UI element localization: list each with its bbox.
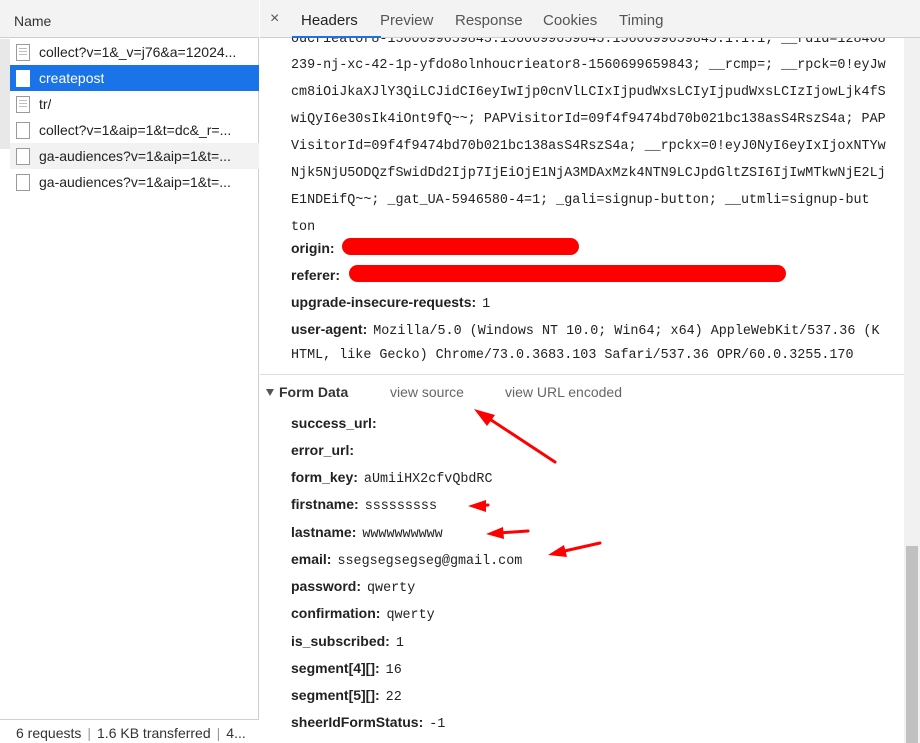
tab-response[interactable]: Response [455, 12, 523, 29]
annotation-arrow-view-source [474, 409, 557, 464]
section-divider [260, 374, 904, 375]
form-key: email: [291, 551, 332, 567]
form-value: 1 [395, 636, 404, 651]
request-item-tr[interactable]: tr/ [10, 91, 259, 117]
form-field-sheerid-status: sheerIdFormStatus: -1 [291, 714, 445, 732]
name-column-header[interactable]: Name [0, 0, 259, 38]
form-key: password: [291, 578, 362, 594]
header-user-agent: user-agent: Mozilla/5.0 (Windows NT 10.0;… [291, 321, 879, 339]
request-list-panel: Name collect?v=1&_v=j76&a=12024... creat… [0, 0, 259, 743]
form-field-segment-4: segment[4][]: 16 [291, 660, 402, 678]
annotation-arrow-lastname [486, 527, 530, 539]
redaction-mark [342, 238, 579, 255]
network-status-bar: 6 requests | 1.6 KB transferred | 4... [0, 719, 259, 743]
header-key: upgrade-insecure-requests: [291, 294, 477, 310]
request-item-ga-audiences-2[interactable]: ga-audiences?v=1&aip=1&t=... [10, 169, 259, 195]
cookie-line: oucriеator8-1560699659845.1560699659845.… [291, 38, 886, 47]
header-value: 1 [482, 297, 491, 312]
header-value: Mozilla/5.0 (Windows NT 10.0; Win64; x64… [373, 324, 880, 339]
request-item-collect[interactable]: collect?v=1&_v=j76&a=12024... [10, 39, 259, 65]
request-list: collect?v=1&_v=j76&a=12024... createpost… [10, 39, 259, 195]
form-key: success_url: [291, 415, 377, 431]
close-icon[interactable]: × [270, 10, 279, 28]
form-value: ssegsegsegseg@gmail.com [337, 554, 523, 569]
file-icon [16, 121, 30, 139]
form-field-form-key: form_key: aUmiiHX2cfvQbdRC [291, 469, 493, 487]
form-field-email: email: ssegsegsegseg@gmail.com [291, 551, 522, 569]
header-referer: referer: [291, 267, 340, 283]
doc-icon [16, 43, 30, 61]
form-field-lastname: lastname: wwwwwwwwww [291, 524, 443, 542]
view-url-encoded-link[interactable]: view URL encoded [505, 384, 622, 400]
headers-content: oucriеator8-1560699659845.1560699659845.… [260, 38, 904, 743]
header-key: user-agent: [291, 321, 368, 337]
form-key: is_subscribed: [291, 633, 390, 649]
form-key: error_url: [291, 442, 355, 458]
form-key: confirmation: [291, 605, 381, 621]
cookie-line: 239-nj-xc-42-1p-yfdo8olnhoucrieator8-156… [291, 58, 886, 73]
expand-triangle-icon[interactable] [266, 389, 274, 396]
form-key: form_key: [291, 469, 358, 485]
form-field-segment-5: segment[5][]: 22 [291, 687, 402, 705]
header-upgrade-insecure-requests: upgrade-insecure-requests: 1 [291, 294, 490, 312]
header-key: origin: [291, 240, 335, 256]
request-item-collect-dc[interactable]: collect?v=1&aip=1&t=dc&_r=... [10, 117, 259, 143]
form-field-firstname: firstname: sssssssss [291, 496, 437, 514]
view-source-link[interactable]: view source [390, 384, 464, 400]
request-count: 6 requests [16, 725, 82, 741]
status-separator: | [87, 725, 92, 741]
cookie-line: ton [291, 220, 316, 235]
tab-timing[interactable]: Timing [619, 12, 663, 29]
tab-preview[interactable]: Preview [380, 12, 433, 29]
details-scrollbar[interactable] [904, 38, 920, 743]
request-item-ga-audiences-1[interactable]: ga-audiences?v=1&aip=1&t=... [10, 143, 259, 169]
file-icon [16, 69, 30, 87]
left-scrollbar[interactable] [0, 39, 10, 149]
form-value: 22 [385, 690, 402, 705]
form-value: sssssssss [364, 499, 438, 514]
form-data-section-header[interactable]: Form Data view source view URL encoded [266, 384, 622, 400]
form-value: qwerty [386, 608, 435, 623]
form-key: segment[5][]: [291, 687, 380, 703]
annotation-arrow-firstname [468, 500, 490, 512]
form-value: 16 [385, 663, 402, 678]
request-details-panel: × Headers Preview Response Cookies Timin… [260, 0, 920, 743]
file-icon [16, 147, 30, 165]
form-value: aUmiiHX2cfvQbdRC [363, 472, 493, 487]
form-value: wwwwwwwwww [362, 527, 443, 542]
annotation-arrow-email [548, 541, 602, 557]
form-key: lastname: [291, 524, 357, 540]
form-value: qwerty [367, 581, 416, 596]
form-field-confirmation: confirmation: qwerty [291, 605, 435, 623]
doc-icon [16, 95, 30, 113]
scrollbar-thumb[interactable] [906, 546, 918, 743]
transferred-size: 1.6 KB transferred [97, 725, 211, 741]
request-item-createpost[interactable]: createpost [10, 65, 259, 91]
tab-cookies[interactable]: Cookies [543, 12, 597, 29]
redaction-mark [349, 265, 786, 282]
form-key: segment[4][]: [291, 660, 380, 676]
cookie-line: wiQyI6e30sIk4iOnt9fQ~~; PAPVisitorId=09f… [291, 112, 886, 127]
cookie-line: Njk5NjU5ODQzfSwidDd2Ijp7IjEiOjE1NjA3MDAx… [291, 166, 886, 181]
status-separator: | [216, 725, 221, 741]
details-tab-bar: × Headers Preview Response Cookies Timin… [260, 0, 920, 38]
cookie-line: E1NDEifQ~~; _gat_UA-5946580-4=1; _gali=s… [291, 193, 870, 208]
header-key: referer: [291, 267, 341, 283]
form-field-is-subscribed: is_subscribed: 1 [291, 633, 404, 651]
form-key: sheerIdFormStatus: [291, 714, 424, 730]
tab-headers[interactable]: Headers [301, 12, 358, 29]
form-field-error-url: error_url: [291, 442, 360, 460]
cookie-line: cm8iOiJkaXJlY3QiLCJidCI6eyIwIjp0cnVlLCIx… [291, 85, 886, 100]
cookie-line: VisitorId=09f4f9474bd70b021bc138asS4RszS… [291, 139, 886, 154]
file-icon [16, 173, 30, 191]
form-field-password: password: qwerty [291, 578, 415, 596]
header-user-agent-cont: HTML, like Gecko) Chrome/73.0.3683.103 S… [291, 348, 854, 363]
form-key: firstname: [291, 496, 359, 512]
status-more: 4... [226, 725, 246, 741]
form-value: -1 [429, 717, 446, 732]
header-origin: origin: [291, 240, 335, 256]
form-field-success-url: success_url: [291, 415, 383, 433]
